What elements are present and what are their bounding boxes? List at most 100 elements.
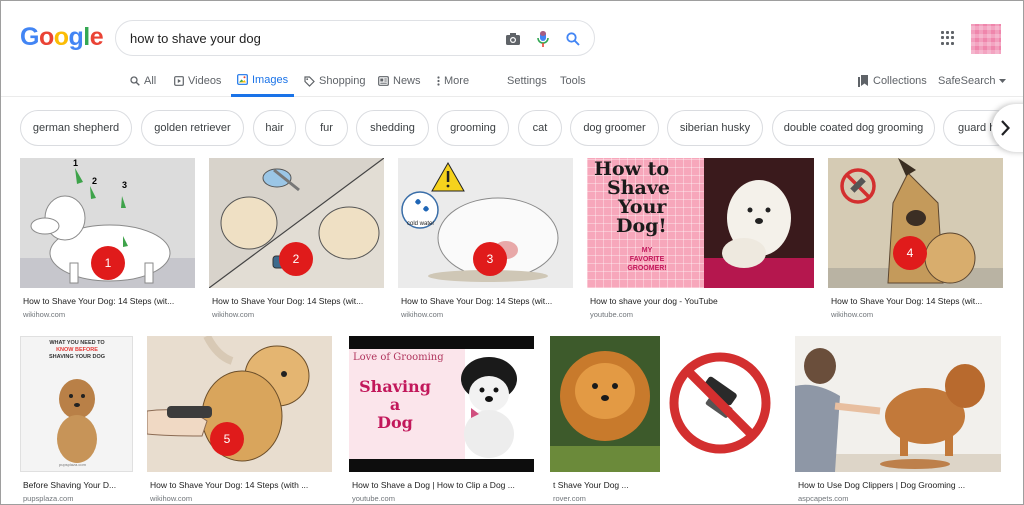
tab-label: Tools (560, 75, 586, 87)
logo-letter: e (89, 23, 104, 51)
result-caption[interactable]: t Shave Your Dog ... (553, 480, 778, 490)
logo-letter: o (38, 23, 54, 51)
chip-label: siberian husky (679, 122, 751, 134)
result-caption[interactable]: How to Shave a Dog | How to Clip a Dog .… (352, 480, 534, 490)
news-icon (378, 76, 389, 86)
bookmark-icon (858, 75, 868, 87)
result-thumbnail[interactable]: How to Shave Your Dog! MY FAVORITE GROOM… (587, 158, 814, 288)
tab-label: All (144, 75, 157, 87)
chip-golden-retriever[interactable]: golden retriever (141, 110, 244, 146)
result-caption[interactable]: How to Shave Your Dog: 14 Steps (with ..… (150, 480, 332, 490)
result-thumbnail[interactable]: 1 2 3 1 (20, 158, 195, 288)
chip-label: german shepherd (32, 122, 120, 134)
result-source[interactable]: youtube.com (590, 310, 633, 319)
cold-water-label: cold water (407, 221, 435, 227)
chip-siberian-husky[interactable]: siberian husky (667, 110, 763, 146)
tab-label: News (393, 75, 421, 87)
tab-settings[interactable]: Settings (507, 65, 547, 97)
result-source[interactable]: youtube.com (352, 494, 395, 503)
step-label: 1 (73, 158, 79, 168)
tab-all[interactable]: All (130, 65, 156, 97)
chip-label: golden retriever (154, 122, 231, 134)
result-caption[interactable]: How to Use Dog Clippers | Dog Grooming .… (798, 480, 998, 490)
chip-german-shepherd[interactable]: german shepherd (20, 110, 132, 146)
result-thumbnail[interactable] (795, 336, 1001, 472)
chip-double-coated-dog-grooming[interactable]: double coated dog grooming (772, 110, 935, 146)
result-source[interactable]: wikihow.com (23, 310, 65, 319)
camera-icon[interactable] (504, 30, 522, 48)
search-tabs: All Videos Images Shopping News More Set… (1, 65, 1023, 97)
tab-label: Images (252, 73, 289, 86)
google-logo[interactable]: Google (20, 23, 104, 52)
tab-more[interactable]: More (437, 65, 469, 97)
chip-shedding[interactable]: shedding (356, 110, 429, 146)
microphone-icon[interactable] (534, 30, 552, 48)
logo-letter: G (20, 23, 39, 51)
chip-cat[interactable]: cat (518, 110, 562, 146)
result-caption[interactable]: How to Shave Your Dog: 14 Steps (wit... (23, 296, 195, 306)
result-thumbnail[interactable]: 2 (209, 158, 384, 288)
result-caption[interactable]: Before Shaving Your D... (23, 480, 133, 490)
result-thumbnail[interactable]: Love of Grooming Shaving a Dog (349, 336, 534, 472)
result-source[interactable]: wikihow.com (401, 310, 443, 319)
result-caption[interactable]: How to Shave Your Dog: 14 Steps (wit... (831, 296, 1003, 306)
collections-label: Collections (873, 75, 927, 87)
image-result[interactable]: How to Shave Your Dog! MY FAVORITE GROOM… (587, 158, 814, 323)
video-title-line: Dog (377, 413, 413, 432)
result-thumbnail[interactable]: 4 (828, 158, 1003, 288)
result-caption[interactable]: How to Shave Your Dog: 14 Steps (wit... (401, 296, 573, 306)
logo-letter: g (68, 23, 84, 51)
collections-link[interactable]: Collections (858, 65, 927, 97)
tab-images[interactable]: Images (231, 65, 295, 97)
video-subtitle-line: FAVORITE (629, 256, 665, 263)
result-source[interactable]: pupsplaza.com (23, 494, 73, 503)
number-badge: 5 (210, 422, 244, 456)
result-source[interactable]: aspcapets.com (798, 494, 848, 503)
image-result[interactable]: cold water 3 How to Shave Your Dog: 14 S… (398, 158, 573, 323)
tab-videos[interactable]: Videos (174, 65, 221, 97)
apps-grid-icon[interactable] (941, 31, 955, 45)
search-input[interactable] (130, 29, 490, 47)
account-avatar[interactable] (971, 24, 1001, 54)
image-result[interactable]: 4 How to Shave Your Dog: 14 Steps (wit..… (828, 158, 1003, 323)
result-source[interactable]: wikihow.com (150, 494, 192, 503)
image-result[interactable]: How to Use Dog Clippers | Dog Grooming .… (795, 336, 1001, 503)
more-vert-icon (437, 76, 440, 86)
number-badge: 3 (473, 242, 507, 276)
tab-label: Settings (507, 75, 547, 87)
image-result[interactable]: t Shave Your Dog ... rover.com (550, 336, 779, 503)
image-result[interactable]: WHAT YOU NEED TO KNOW BEFORE SHAVING YOU… (20, 336, 133, 503)
tab-shopping[interactable]: Shopping (304, 65, 366, 97)
video-subtitle-line: MY (641, 247, 653, 254)
tab-label: Videos (188, 75, 222, 87)
result-caption[interactable]: How to Shave Your Dog: 14 Steps (wit... (212, 296, 384, 306)
result-thumbnail[interactable]: cold water 3 (398, 158, 573, 288)
chip-label: hair (265, 122, 284, 134)
safesearch-label: SafeSearch (938, 75, 996, 87)
image-result[interactable]: 1 2 3 1 How to Shave Your Dog: 14 Steps … (20, 158, 195, 323)
chip-grooming[interactable]: grooming (437, 110, 509, 146)
result-thumbnail[interactable] (550, 336, 779, 472)
image-result[interactable]: Love of Grooming Shaving a Dog How to Sh… (349, 336, 534, 503)
chip-fur[interactable]: fur (305, 110, 348, 146)
pin-title-line: WHAT YOU NEED TO (49, 340, 105, 346)
number-badge: 1 (91, 246, 125, 280)
image-result[interactable]: 2 How to Shave Your Dog: 14 Steps (wit..… (209, 158, 384, 323)
safesearch-menu[interactable]: SafeSearch (938, 65, 1007, 97)
result-thumbnail[interactable]: WHAT YOU NEED TO KNOW BEFORE SHAVING YOU… (20, 336, 133, 472)
image-result[interactable]: 5 How to Shave Your Dog: 14 Steps (with … (147, 336, 332, 503)
logo-letter: o (53, 23, 69, 51)
chip-label: grooming (450, 122, 496, 134)
result-thumbnail[interactable]: 5 (147, 336, 332, 472)
result-source[interactable]: wikihow.com (831, 310, 873, 319)
channel-title: Love of Grooming (353, 352, 444, 363)
result-source[interactable]: rover.com (553, 494, 586, 503)
result-caption[interactable]: How to shave your dog - YouTube (590, 296, 810, 306)
result-source[interactable]: wikihow.com (212, 310, 254, 319)
video-title-line: Dog! (616, 215, 667, 237)
chip-hair[interactable]: hair (253, 110, 296, 146)
search-icon[interactable] (564, 30, 582, 48)
tab-tools[interactable]: Tools (560, 65, 586, 97)
tab-news[interactable]: News (378, 65, 421, 97)
chip-dog-groomer[interactable]: dog groomer (570, 110, 659, 146)
